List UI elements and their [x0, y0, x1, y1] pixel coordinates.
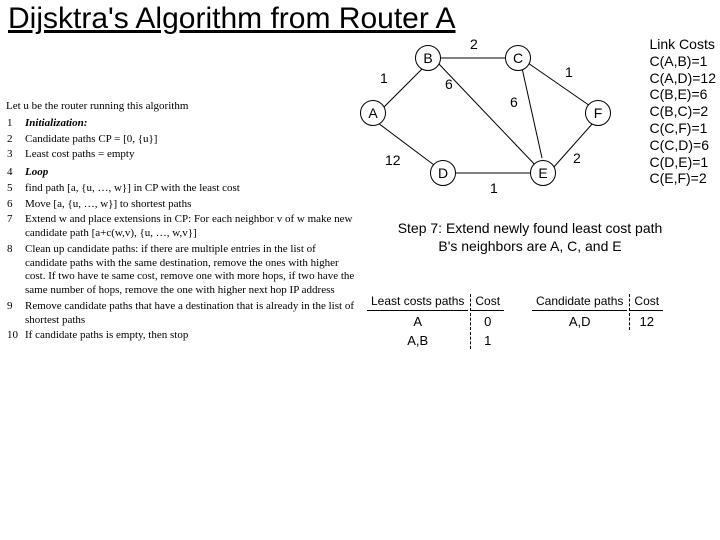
link-cost-row: C(A,D)=12	[649, 70, 716, 87]
algo-line: 5find path [a, {u, …, w}] in CP with the…	[6, 181, 356, 197]
edge-ad: 12	[385, 152, 401, 168]
cand-h1: Candidate paths	[532, 294, 627, 311]
algo-line-text: Remove candidate paths that have a desti…	[24, 299, 356, 329]
algo-table: 1Initialization:2Candidate paths CP = [0…	[6, 116, 356, 344]
edge-cf: 1	[565, 64, 573, 80]
algo-line-num: 7	[6, 212, 24, 242]
algo-line-text: Loop	[24, 165, 356, 181]
algo-line-num: 3	[6, 147, 24, 163]
link-cost-row: C(A,B)=1	[649, 53, 716, 70]
edge-ef: 2	[573, 150, 581, 166]
node-d: D	[430, 160, 456, 186]
link-cost-row: C(C,D)=6	[649, 137, 716, 154]
table-row: A 0	[367, 313, 504, 330]
algo-line-text: Extend w and place extensions in CP: For…	[24, 212, 356, 242]
edge-de: 1	[490, 180, 498, 196]
link-costs-title: Link Costs	[649, 36, 716, 53]
algo-line: 4Loop	[6, 165, 356, 181]
edge-ab: 1	[380, 70, 388, 86]
cell: 12	[629, 313, 663, 330]
link-cost-row: C(D,E)=1	[649, 154, 716, 171]
edge-bc: 2	[470, 36, 478, 52]
least-cost-table: Least costs paths Cost A 0 A,B 1	[365, 292, 506, 351]
table-row: A,D 12	[532, 313, 663, 330]
link-cost-row: C(E,F)=2	[649, 170, 716, 187]
table-row: A,B 1	[367, 332, 504, 349]
link-costs: Link Costs C(A,B)=1 C(A,D)=12 C(B,E)=6 C…	[649, 36, 716, 187]
node-f: F	[585, 100, 611, 126]
algo-line-num: 5	[6, 181, 24, 197]
node-e: E	[530, 160, 556, 186]
step-caption: Step 7: Extend newly found least cost pa…	[380, 220, 680, 255]
algo-line: 3Least cost paths = empty	[6, 147, 356, 163]
algo-line-text: Initialization:	[24, 116, 356, 132]
least-h2: Cost	[470, 294, 504, 311]
algo-line-num: 10	[6, 328, 24, 344]
step-line2: B's neighbors are A, C, and E	[380, 238, 680, 256]
cell: A,D	[532, 313, 627, 330]
algo-intro: Let u be the router running this algorit…	[6, 100, 356, 114]
algo-line-text: Least cost paths = empty	[24, 147, 356, 163]
algo-line: 9Remove candidate paths that have a dest…	[6, 299, 356, 329]
algo-line-text: If candidate paths is empty, then stop	[24, 328, 356, 344]
cell: A,B	[367, 332, 468, 349]
graph: A B C D E F 1 2 1 6 6 12 1 2	[355, 40, 645, 210]
node-c: C	[505, 45, 531, 71]
algo-line: 2Candidate paths CP = [0, {u}]	[6, 132, 356, 148]
cell: A	[367, 313, 468, 330]
algo-line-num: 1	[6, 116, 24, 132]
cell: 0	[470, 313, 504, 330]
algo-line: 1Initialization:	[6, 116, 356, 132]
algo-line-num: 6	[6, 197, 24, 213]
algo-line: 8Clean up candidate paths: if there are …	[6, 242, 356, 299]
page-title: Dijsktra's Algorithm from Router A	[8, 2, 456, 36]
cell: 1	[470, 332, 504, 349]
link-cost-row: C(C,F)=1	[649, 120, 716, 137]
node-b: B	[415, 45, 441, 71]
cand-h2: Cost	[629, 294, 663, 311]
algo-line-num: 9	[6, 299, 24, 329]
candidate-table: Candidate paths Cost A,D 12	[530, 292, 665, 332]
step-line1: Step 7: Extend newly found least cost pa…	[380, 220, 680, 238]
algo-line-text: find path [a, {u, …, w}] in CP with the …	[24, 181, 356, 197]
least-h1: Least costs paths	[367, 294, 468, 311]
algo-line: 10If candidate paths is empty, then stop	[6, 328, 356, 344]
algo-line-text: Clean up candidate paths: if there are m…	[24, 242, 356, 299]
node-a: A	[360, 100, 386, 126]
link-cost-row: C(B,C)=2	[649, 103, 716, 120]
algo-line-text: Candidate paths CP = [0, {u}]	[24, 132, 356, 148]
algo-line: 7Extend w and place extensions in CP: Fo…	[6, 212, 356, 242]
algo-line-num: 4	[6, 165, 24, 181]
algo-line-num: 8	[6, 242, 24, 299]
algorithm-block: Let u be the router running this algorit…	[6, 100, 356, 344]
algo-line-num: 2	[6, 132, 24, 148]
link-cost-row: C(B,E)=6	[649, 86, 716, 103]
algo-line: 6Move [a, {u, …, w}] to shortest paths	[6, 197, 356, 213]
algo-line-text: Move [a, {u, …, w}] to shortest paths	[24, 197, 356, 213]
edge-be: 6	[445, 76, 453, 92]
edge-ce: 6	[510, 94, 518, 110]
